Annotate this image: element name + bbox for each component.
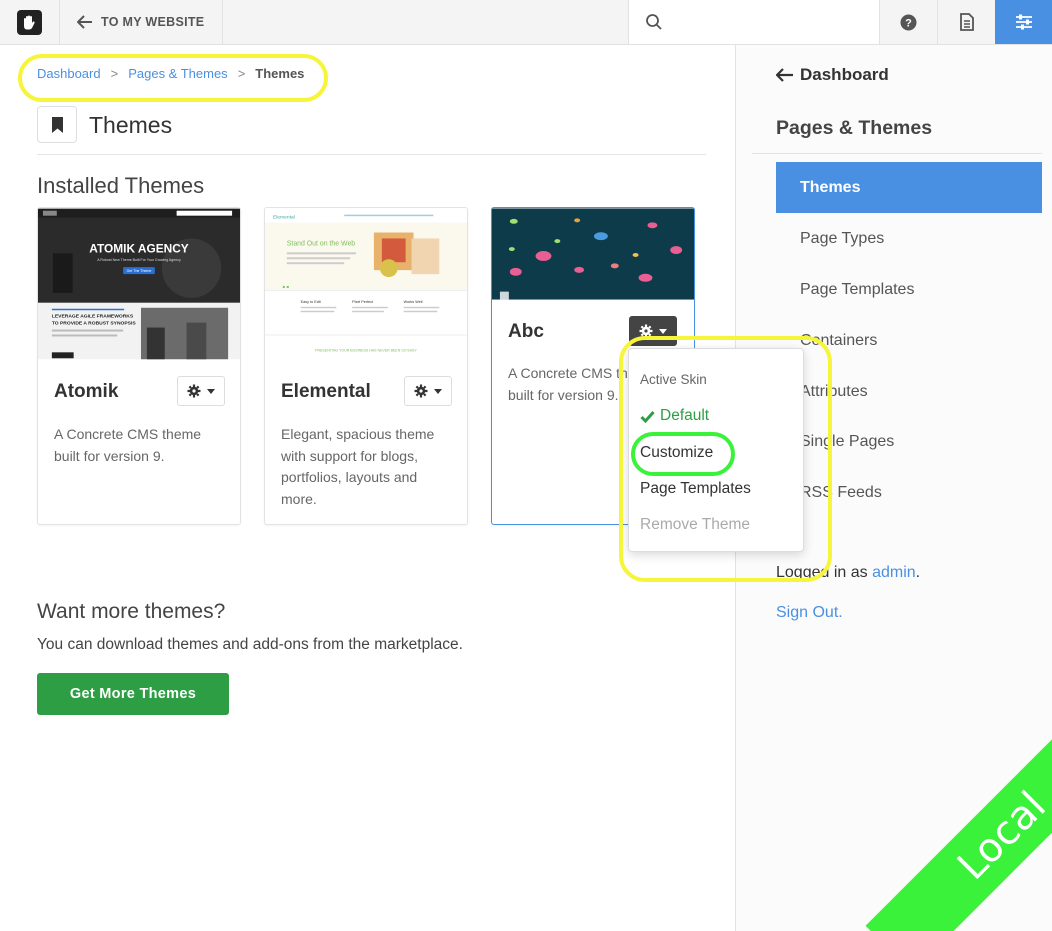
theme-name: Abc [508, 321, 544, 342]
top-toolbar: TO MY WEBSITE ? [0, 0, 1052, 45]
svg-text:PRESENTING YOUR BUSINESS HAS N: PRESENTING YOUR BUSINESS HAS NEVER BEEN … [315, 348, 417, 352]
theme-thumbnail: ATOMIK AGENCY A Robust New Theme Built F… [38, 208, 240, 360]
bookmark-icon [37, 106, 77, 143]
theme-card-elemental: Elemental Stand Out on the Web Easy to E… [264, 207, 468, 525]
svg-text:Stand Out on the Web: Stand Out on the Web [287, 240, 356, 247]
yellow-highlight-annotation [18, 54, 328, 102]
sidebar-section-title: Pages & Themes [776, 117, 933, 139]
question-circle-icon: ? [900, 14, 917, 30]
chevron-down-icon [207, 388, 215, 394]
theme-thumbnail [492, 208, 694, 300]
search-input[interactable] [628, 0, 879, 44]
chevron-down-icon [434, 388, 442, 394]
installed-themes-heading: Installed Themes [37, 173, 205, 198]
document-icon [959, 13, 974, 31]
page-title: Themes [89, 112, 173, 138]
logged-in-user-link[interactable]: admin [872, 564, 916, 581]
divider [37, 154, 706, 155]
svg-text:Elemental: Elemental [273, 215, 295, 221]
get-more-themes-button[interactable]: Get More Themes [37, 673, 229, 715]
svg-text:Works Well: Works Well [404, 300, 423, 304]
theme-description: A Concrete CMS theme built for version 9… [54, 426, 202, 464]
chevron-down-icon [659, 328, 667, 334]
theme-description: Elegant, spacious theme with support for… [281, 426, 435, 507]
svg-text:Easy to Edit: Easy to Edit [301, 300, 322, 304]
theme-name: Elemental [281, 381, 371, 402]
sidebar-item-page-types[interactable]: Page Types [776, 213, 1042, 264]
sidebar-item-page-templates[interactable]: Page Templates [776, 264, 1042, 315]
svg-text:ATOMIK AGENCY: ATOMIK AGENCY [89, 241, 188, 255]
divider [752, 153, 1042, 154]
logged-in-suffix: . [915, 564, 921, 581]
theme-card-atomik: ATOMIK AGENCY A Robust New Theme Built F… [37, 207, 241, 525]
to-my-website-button[interactable]: TO MY WEBSITE [60, 0, 223, 44]
gear-icon [414, 384, 428, 398]
theme-thumbnail: Elemental Stand Out on the Web Easy to E… [265, 208, 467, 360]
svg-text:?: ? [905, 17, 912, 29]
gear-icon [187, 384, 201, 398]
svg-text:Pixel Perfect: Pixel Perfect [352, 300, 374, 304]
svg-text:TO PROVIDE A ROBUST SYNOPSIS: TO PROVIDE A ROBUST SYNOPSIS [52, 321, 136, 327]
svg-text:LEVERAGE AGILE FRAMEWORKS: LEVERAGE AGILE FRAMEWORKS [52, 314, 134, 320]
sign-out-link[interactable]: Sign Out. [776, 604, 843, 622]
theme-options-button[interactable] [404, 376, 452, 406]
sliders-icon [1015, 14, 1032, 30]
arrow-left-icon [776, 68, 793, 82]
svg-text:A Robust New Theme Built For Y: A Robust New Theme Built For Your Growin… [97, 258, 181, 262]
search-icon [646, 14, 662, 30]
help-button[interactable]: ? [879, 0, 937, 44]
green-highlight-annotation [631, 432, 735, 476]
to-my-website-label: TO MY WEBSITE [101, 15, 205, 29]
arrow-left-icon [77, 15, 92, 29]
want-more-text: You can download themes and add-ons from… [37, 636, 463, 653]
theme-name: Atomik [54, 381, 119, 402]
sidebar-item-themes[interactable]: Themes [776, 162, 1042, 213]
dashboard-settings-button[interactable] [995, 0, 1052, 44]
want-more-heading: Want more themes? [37, 600, 226, 623]
sidebar-back-label: Dashboard [800, 65, 889, 84]
sidebar-back-dashboard[interactable]: Dashboard [776, 65, 889, 85]
page-properties-button[interactable] [937, 0, 995, 44]
concrete-hand-icon [17, 9, 42, 35]
concrete-logo-button[interactable] [0, 0, 60, 44]
svg-text:Get The Theme: Get The Theme [127, 269, 152, 273]
theme-options-button[interactable] [177, 376, 225, 406]
